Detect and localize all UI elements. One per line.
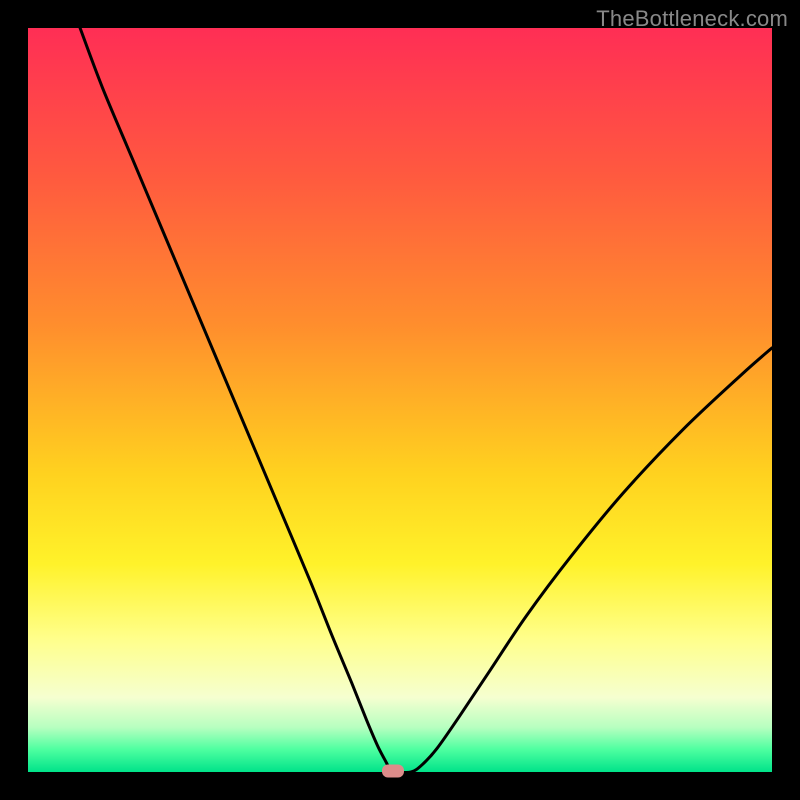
chart-container: TheBottleneck.com	[0, 0, 800, 800]
optimal-point-marker	[382, 764, 404, 777]
watermark-text: TheBottleneck.com	[596, 6, 788, 32]
curve-layer	[28, 28, 772, 772]
plot-area	[28, 28, 772, 772]
bottleneck-curve	[80, 28, 772, 772]
